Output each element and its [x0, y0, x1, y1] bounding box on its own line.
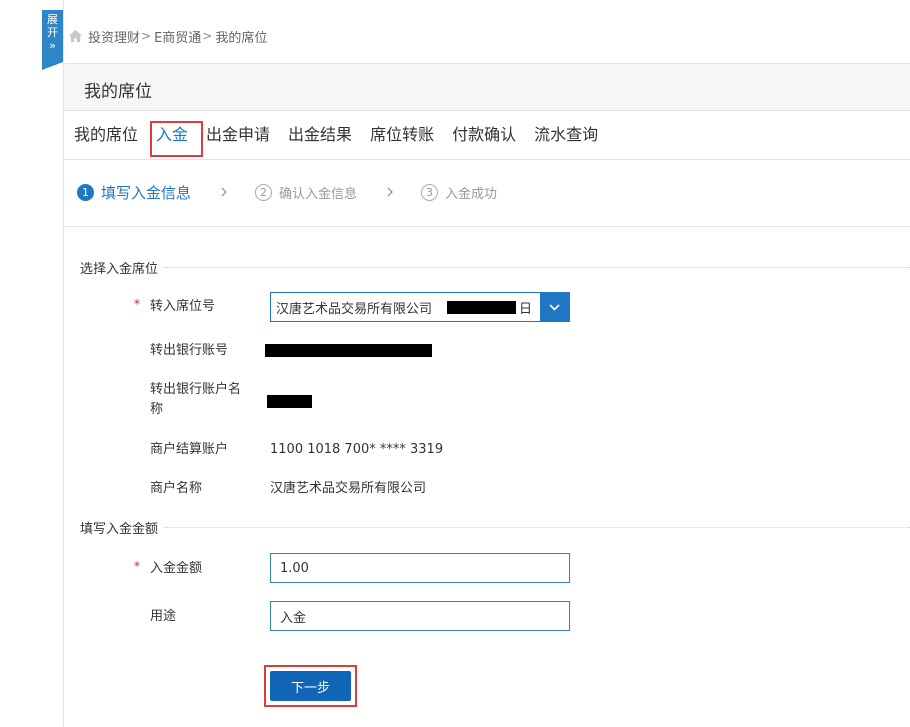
seat-select[interactable]: 汉唐艺术品交易所有限公司 日 [270, 292, 570, 322]
breadcrumb-my-seat[interactable]: 我的席位 [215, 27, 267, 46]
tab-my-seat[interactable]: 我的席位 [64, 111, 147, 159]
required-mark: * [134, 297, 140, 311]
tab-seat-transfer[interactable]: 席位转账 [361, 111, 443, 159]
tab-bar: 我的席位 入金 出金申请 出金结果 席位转账 付款确认 流水查询 [64, 111, 910, 160]
section-select-seat: 选择入金席位 [80, 258, 910, 277]
step-3: 3 入金成功 [421, 183, 497, 202]
amount-input[interactable] [270, 553, 570, 583]
merchant-account-value: 1100 1018 700* **** 3319 [270, 442, 444, 457]
step-indicator: 1 填写入金信息 2 确认入金信息 3 入金成功 [77, 181, 497, 203]
chevron-down-icon[interactable] [540, 293, 569, 321]
required-mark: * [134, 559, 140, 573]
tab-payment-confirm[interactable]: 付款确认 [443, 111, 525, 159]
step-1: 1 填写入金信息 [77, 182, 191, 203]
purpose-label: 用途 [150, 609, 177, 624]
bank-account-name-label: 转出银行账户名 称 [150, 382, 242, 417]
tab-deposit[interactable]: 入金 [147, 111, 197, 159]
active-tab-underline [152, 155, 201, 157]
chevron-right-icon [221, 187, 227, 197]
breadcrumb: 投资理财 > E商贸通 > 我的席位 [68, 27, 267, 46]
home-icon[interactable] [68, 29, 83, 43]
section-title: 填写入金金额 [80, 522, 159, 537]
merchant-name-label: 商户名称 [150, 481, 203, 496]
redacted-bank-account [265, 344, 432, 357]
chevron-right-icon [387, 187, 393, 197]
tab-withdraw-result[interactable]: 出金结果 [279, 111, 361, 159]
purpose-input[interactable] [270, 601, 570, 631]
step-label: 确认入金信息 [279, 186, 358, 202]
expand-label-char1: 展 [47, 13, 58, 26]
sidebar-expand-toggle[interactable]: 展 开 » [42, 10, 63, 70]
next-button[interactable]: 下一步 [270, 671, 351, 701]
breadcrumb-separator: > [202, 29, 213, 43]
step-2: 2 确认入金信息 [255, 183, 357, 202]
merchant-account-label: 商户结算账户 [150, 442, 229, 457]
step-number: 2 [255, 183, 273, 201]
step-label: 填写入金信息 [101, 183, 192, 202]
double-chevron-icon: » [49, 39, 56, 52]
section-divider [164, 527, 910, 528]
expand-label-char2: 开 [47, 26, 58, 39]
breadcrumb-e-trade[interactable]: E商贸通 [154, 27, 201, 46]
page-title: 我的席位 [84, 82, 152, 102]
seat-select-suffix: 日 [519, 302, 533, 317]
seat-select-value: 汉唐艺术品交易所有限公司 [276, 302, 433, 317]
merchant-name-value: 汉唐艺术品交易所有限公司 [270, 481, 427, 496]
steps-divider [64, 226, 910, 227]
section-fill-amount: 填写入金金额 [80, 518, 910, 537]
breadcrumb-investment[interactable]: 投资理财 [88, 27, 140, 46]
breadcrumb-separator: > [141, 29, 152, 43]
redacted-block [447, 301, 516, 314]
step-number: 3 [421, 183, 439, 201]
seat-label: 转入席位号 [150, 299, 216, 314]
section-divider [164, 267, 910, 268]
title-bar: 我的席位 [64, 63, 910, 111]
amount-label: 入金金额 [150, 561, 203, 576]
redacted-bank-account-name [267, 395, 312, 408]
bank-account-label: 转出银行账号 [150, 343, 229, 358]
step-label: 入金成功 [445, 186, 498, 202]
section-title: 选择入金席位 [80, 262, 159, 277]
tab-transaction-query[interactable]: 流水查询 [525, 111, 607, 159]
tab-withdraw-request[interactable]: 出金申请 [197, 111, 279, 159]
step-number: 1 [77, 183, 94, 201]
